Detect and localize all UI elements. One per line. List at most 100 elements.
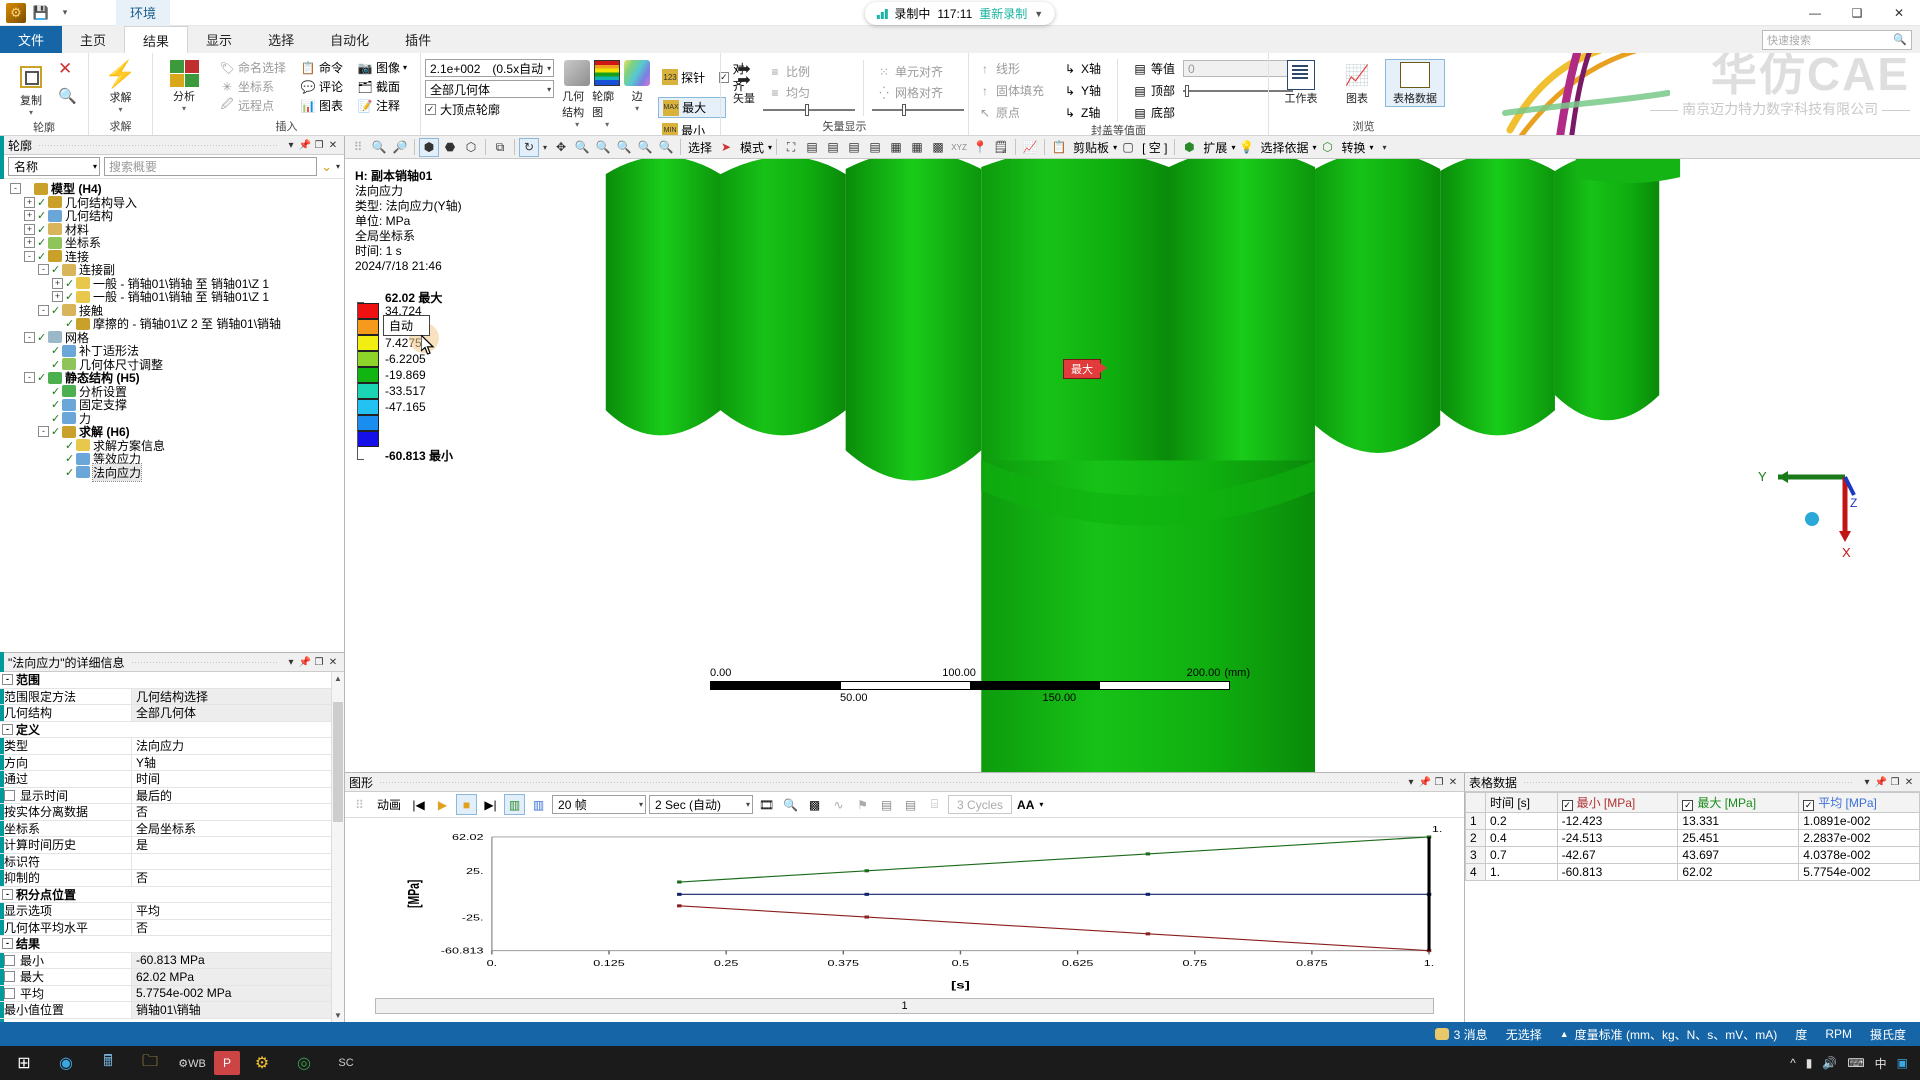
tree-item[interactable]: -✓连接 [10,250,344,264]
filter-field-combo[interactable]: 名称▾ [8,157,100,176]
tree-item[interactable]: -✓网格 [10,331,344,345]
solve-dropdown-icon[interactable]: ▾ [118,105,122,114]
cycles-field[interactable]: 3 Cycles [948,795,1012,814]
cell-max[interactable]: 62.02 [1678,864,1799,881]
edge-button[interactable]: 边 ▾ [622,58,652,113]
details-row[interactable]: 平均5.7754e-002 MPa [0,986,344,1003]
aa-dropdown-icon[interactable]: ▾ [1039,800,1043,809]
cell-time[interactable]: 0.4 [1486,830,1558,847]
collapse-icon[interactable]: - [2,889,13,900]
mode-label[interactable]: 模式 [737,139,767,156]
clipboard-dropdown-icon[interactable]: ▾ [1113,143,1117,152]
legend-band[interactable]: -33.517 [357,383,517,399]
legend-band[interactable] [357,431,517,447]
contour-button[interactable]: 轮廓图 ▾ [592,58,622,129]
chart-toggle-icon[interactable]: 📈 [1020,138,1040,157]
cell-time[interactable]: 1. [1486,864,1558,881]
checkbox-icon[interactable] [4,988,15,999]
details-section-row[interactable]: -结果 [0,936,344,953]
view-back-icon[interactable]: ▤ [823,138,843,157]
details-value[interactable]: 5.7754e-002 MPa [132,986,344,1002]
rotate-dropdown-icon[interactable]: ▾ [540,138,550,157]
rotate-icon[interactable]: ↻ [519,138,539,157]
scale-combo[interactable]: 2.1e+002 (0.5x自动▾ [425,59,554,77]
extend-icon[interactable]: ⬢ [1179,138,1199,157]
coordinate-system-button[interactable]: ✳坐标系 [215,77,290,96]
battery-icon[interactable]: ▮ [1806,1056,1813,1070]
environment-context-tab[interactable]: 环境 [116,0,170,26]
collapse-icon[interactable]: - [10,183,21,194]
top-button[interactable]: ▤顶部 [1128,81,1179,100]
details-value[interactable]: 销轴01\销轴 [132,1002,344,1018]
tree-item[interactable]: +✓几何结构导入 [10,196,344,210]
geometry-dropdown-icon[interactable]: ▾ [575,120,579,129]
contour-bars-icon[interactable]: ▥ [528,794,549,815]
chevron-down-icon[interactable]: ▼ [1034,9,1043,19]
details-row[interactable]: 几何体平均水平否 [0,920,344,937]
max-button[interactable]: MAX最大 [658,97,726,118]
details-row[interactable]: 最小-60.813 MPa [0,953,344,970]
maximize-panel-icon[interactable]: ❐ [1432,775,1446,789]
cell-max[interactable]: 13.331 [1678,813,1799,830]
maximize-panel-icon[interactable]: ❐ [312,138,326,152]
outline-tree[interactable]: -模型 (H4)+✓几何结构导入+✓几何结构+✓材料+✓坐标系-✓连接-✓连接副… [0,179,344,652]
annotation-toggle-icon[interactable]: 🗒 [991,138,1011,157]
close-panel-icon[interactable]: ✕ [1446,775,1460,789]
table-row[interactable]: 30.7-42.6743.6974.0378e-002 [1466,847,1920,864]
uniform-button[interactable]: ≡均匀 [763,83,855,102]
isovalue-button[interactable]: ▤等值 [1128,59,1179,78]
result-chart[interactable]: 62.0225.-25.-60.8130.0.1250.250.3750.50.… [345,818,1464,998]
tab-file[interactable]: 文件 [0,26,62,53]
panel-menu-icon[interactable]: ▾ [284,655,298,669]
details-value[interactable]: 否 [132,870,344,886]
details-section-row[interactable]: -范围 [0,672,344,689]
legend-band[interactable]: 34.724 [357,303,517,319]
legend-auto-dropdown[interactable]: 自动 [383,315,430,336]
scrollbar-thumb[interactable] [333,702,343,822]
details-row[interactable]: 显示选项平均 [0,903,344,920]
comment-button[interactable]: 💬评论 [296,77,347,96]
frames-combo[interactable]: 20 帧▾ [552,795,646,814]
recording-indicator[interactable]: 录制中 117:11 重新录制 ▼ [865,2,1055,25]
table-header-cell[interactable]: ✓最小 [MPa] [1557,793,1678,813]
view-bottom-icon[interactable]: ▦ [907,138,927,157]
curve-icon[interactable]: ∿ [828,794,849,815]
cell-time[interactable]: 0.7 [1486,847,1558,864]
step-back-icon[interactable]: |◀ [408,794,429,815]
tree-item[interactable]: +✓几何结构 [10,209,344,223]
geometry-button[interactable]: 几何结构 ▾ [562,58,592,129]
maximize-panel-icon[interactable]: ❐ [1888,775,1902,789]
close-panel-icon[interactable]: ✕ [326,138,340,152]
table-row[interactable]: 20.4-24.51325.4512.2837e-002 [1466,830,1920,847]
mode-dropdown-icon[interactable]: ▾ [768,143,772,152]
search-icon[interactable]: 🔍 [58,87,77,105]
worksheet-button[interactable]: 工作表 [1273,60,1329,106]
flag-icon[interactable]: ⚑ [852,794,873,815]
tab-display[interactable]: 显示 [188,26,250,53]
magnify-icon[interactable]: 🔍 [780,794,801,815]
toolbar-overflow-icon[interactable]: ▾ [1375,138,1395,157]
viewport-toolbar[interactable]: ⠿ 🔍 🔎 ⬢ ⬣ ⬡ ⧉ ↻ ▾ ✥ 🔍 🔍 🔍 🔍 🔍 选择 [345,136,1920,159]
edge-icon[interactable]: ◉ [46,1047,86,1079]
named-selection-button[interactable]: 🏷命名选择 [215,58,290,77]
details-value[interactable]: 最后的 [132,788,344,804]
cell-min[interactable]: -42.67 [1557,847,1678,864]
cell-avg[interactable]: 1.0891e-002 [1799,813,1920,830]
tree-item[interactable]: ✓等效应力 [10,452,344,466]
notify-icon[interactable]: ▣ [1897,1056,1908,1070]
step-forward-icon[interactable]: ▶| [480,794,501,815]
legend-band[interactable]: -47.165 [357,399,517,415]
legend-band[interactable] [357,415,517,431]
calculator-icon[interactable]: 🖩 [88,1047,128,1079]
close-panel-icon[interactable]: ✕ [1902,775,1916,789]
details-value[interactable]: 否 [132,804,344,820]
view-iso-icon[interactable]: ▩ [928,138,948,157]
details-value[interactable] [132,854,344,870]
geometry-combo[interactable]: 全部几何体▾ [425,80,554,98]
mechanical-icon[interactable]: ⚙ [242,1047,282,1079]
pin-icon[interactable]: 📌 [298,655,312,669]
table-header-cell[interactable]: ✓最大 [MPa] [1678,793,1799,813]
wireframe-button[interactable]: ↑线形 [973,59,1048,78]
vector-size-slider[interactable] [763,104,855,116]
qat-dropdown-icon[interactable]: ▾ [56,4,74,22]
